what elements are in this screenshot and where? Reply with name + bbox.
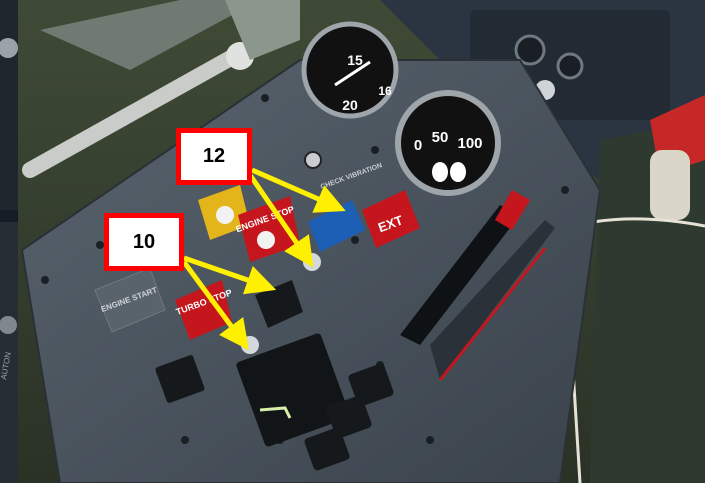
- flow-gauge-digit-50: 50: [432, 129, 449, 146]
- oxygen-gauge-digit-16: 16: [378, 84, 392, 98]
- oxygen-gauge-digit-15: 15: [347, 52, 363, 68]
- turbo-stop-switch[interactable]: [241, 336, 259, 354]
- callout-12: 12: [176, 128, 252, 185]
- flow-gauge-digit-0: 0: [414, 137, 422, 154]
- callout-10: 10: [104, 213, 184, 271]
- oxygen-gauge-digit-20: 20: [342, 97, 358, 113]
- upper-dial-2: [556, 52, 584, 80]
- vibration-test-button[interactable]: [304, 151, 322, 169]
- flow-gauge-indicator-left: [432, 162, 448, 182]
- check-vibration-switch[interactable]: [303, 253, 321, 271]
- oxygen-gauge: 15 20 16: [301, 21, 399, 119]
- callout-12-label: 12: [202, 145, 226, 167]
- cockpit-photo: 15 20 16 0 50 100 ENGINE STOP CHECK VIBR…: [0, 0, 705, 483]
- flow-gauge-indicator-right: [450, 162, 466, 182]
- callout-10-label: 10: [132, 230, 156, 253]
- flow-gauge-digit-100: 100: [457, 135, 482, 152]
- flow-gauge: 0 50 100: [395, 90, 501, 196]
- left-edge-panel-top: [0, 0, 18, 210]
- seat-pull-handle: [650, 150, 690, 220]
